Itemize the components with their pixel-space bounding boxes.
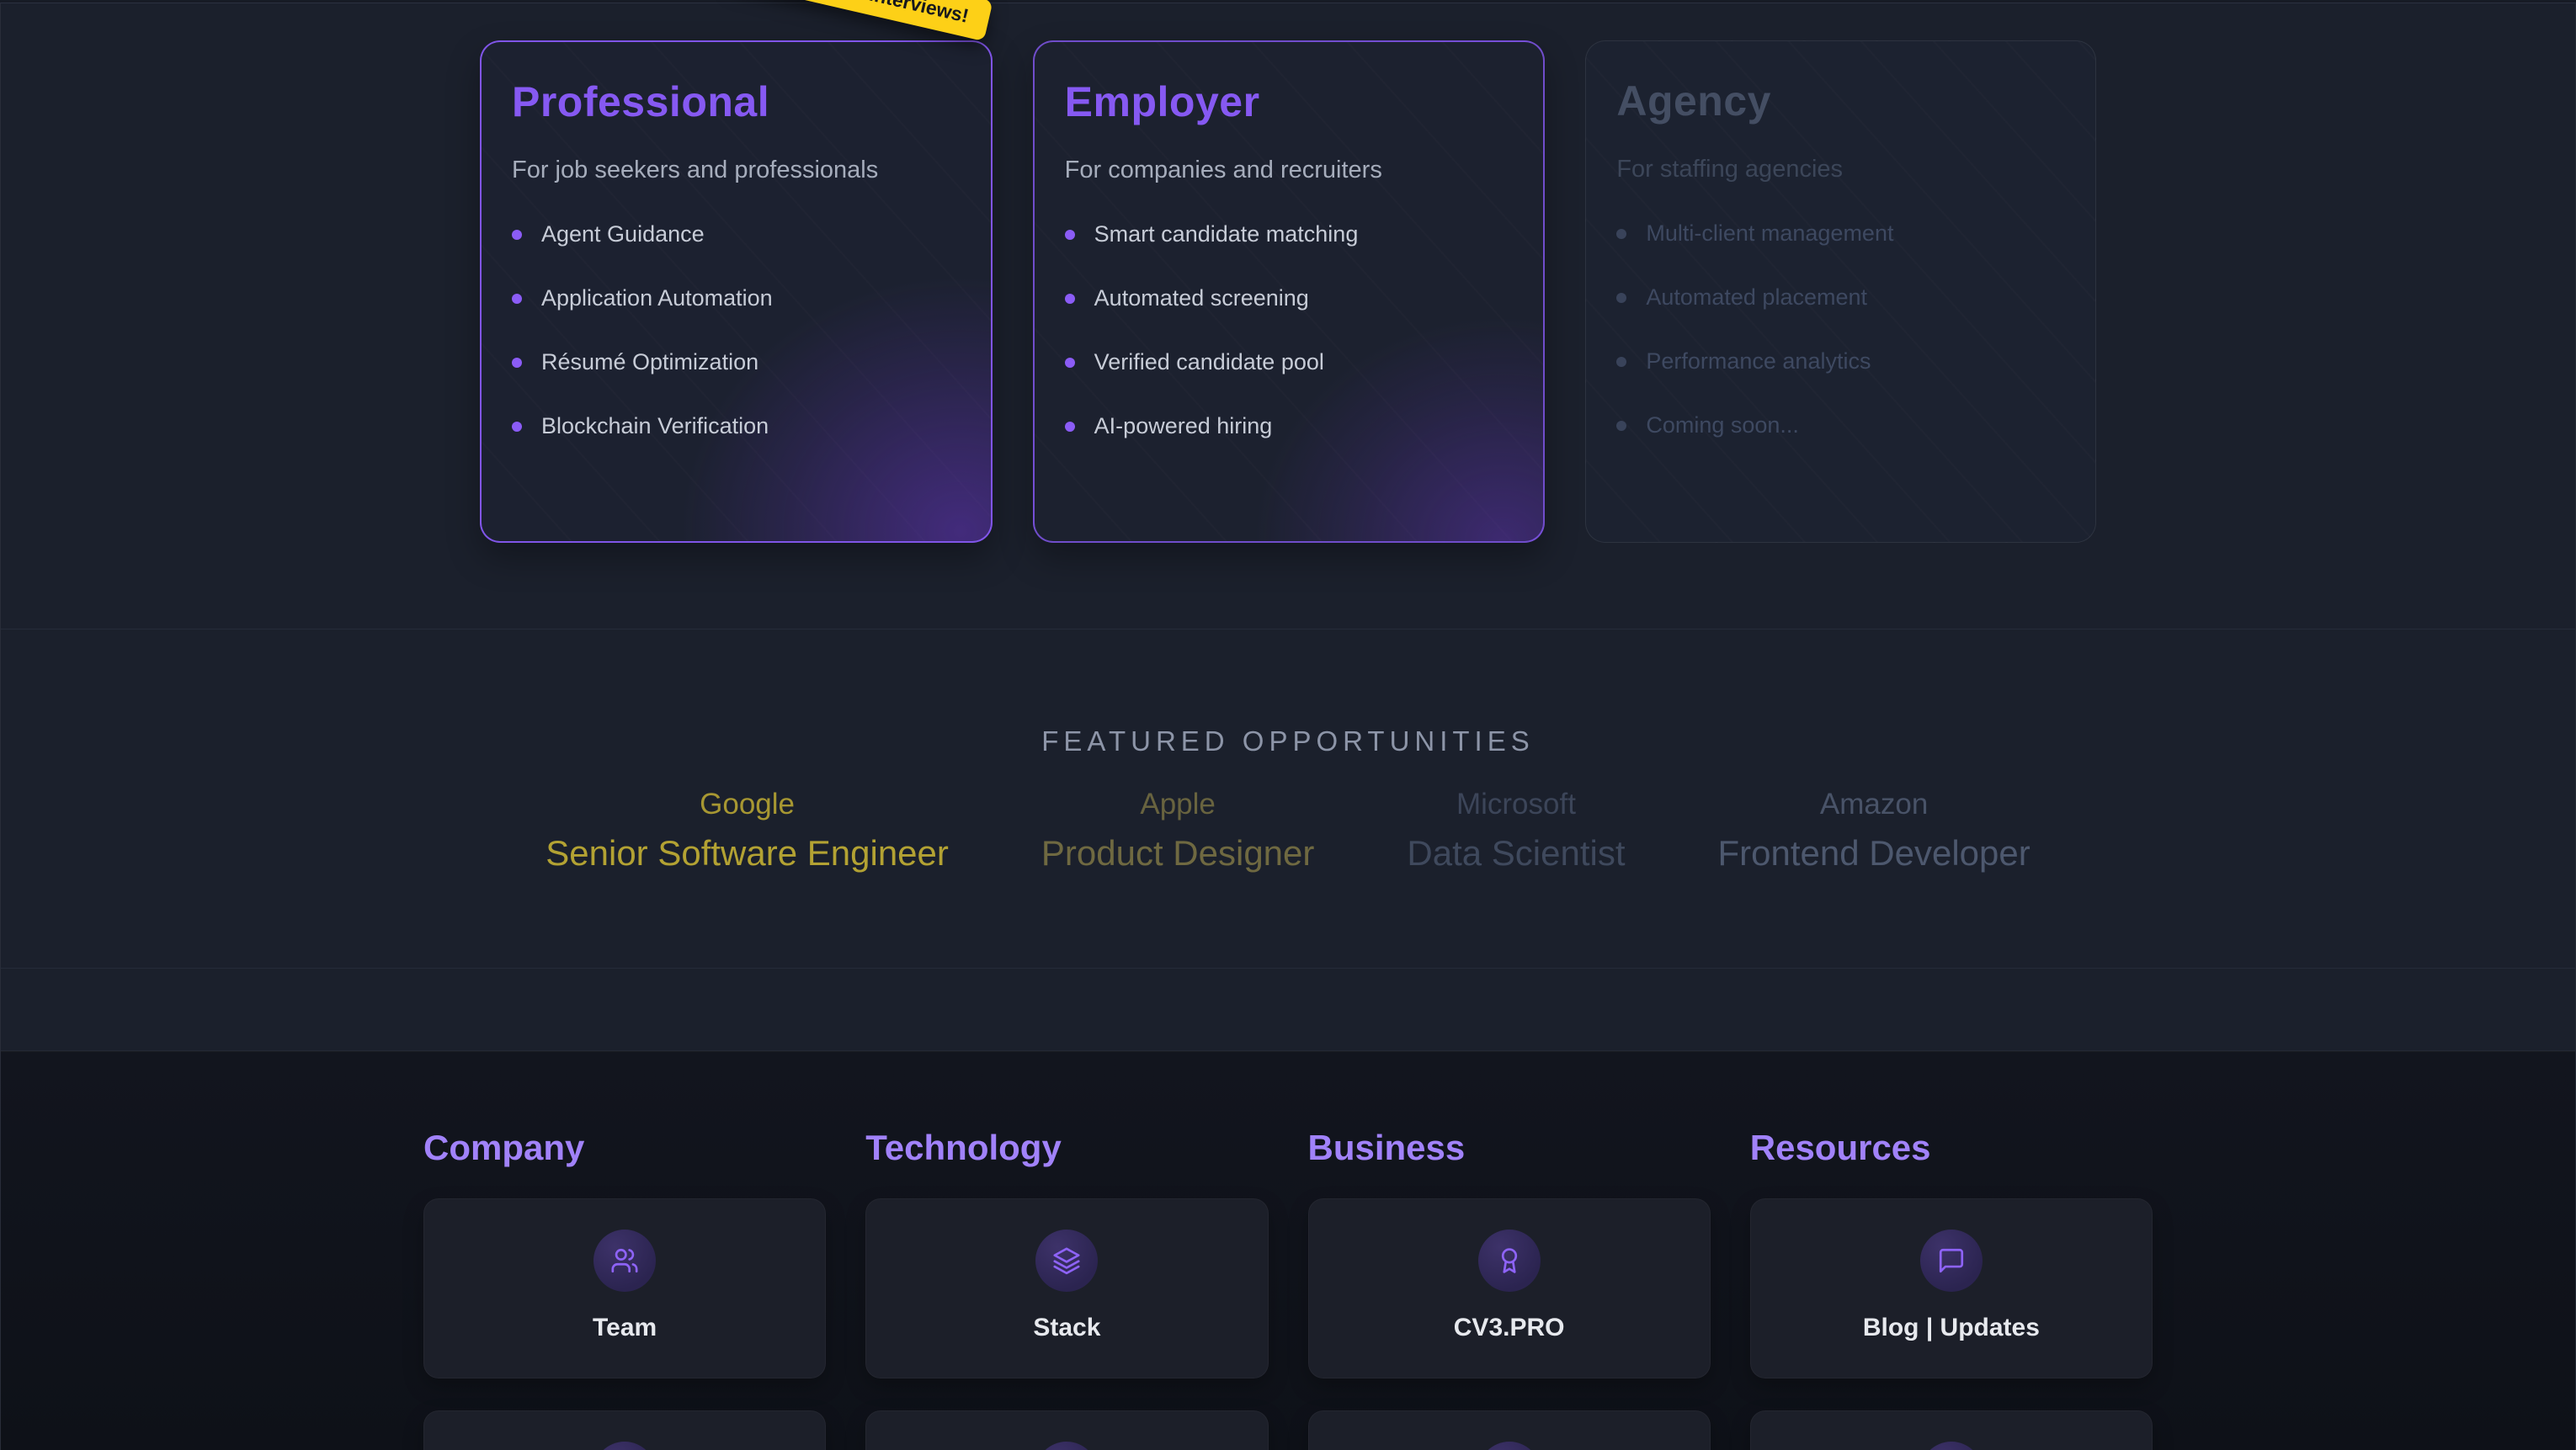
layers-icon	[1052, 1246, 1081, 1275]
plan-feature: Smart candidate matching	[1065, 221, 1514, 247]
footer-card-team[interactable]: Team	[423, 1198, 826, 1378]
plan-subtitle: For staffing agencies	[1616, 156, 2065, 183]
job-role: Product Designer	[1041, 833, 1315, 874]
featured-opportunities-section: FEATURED OPPORTUNITIES Google Senior Sof…	[1, 629, 2575, 969]
featured-job-amazon[interactable]: Amazon Frontend Developer	[1718, 788, 2030, 874]
featured-job-google[interactable]: Google Senior Software Engineer	[546, 788, 949, 874]
footer-column-technology: Technology Stack	[865, 1128, 1268, 1450]
footer: Company Team Technology	[1, 1051, 2575, 1450]
plan-feature: Blockchain Verification	[512, 413, 961, 439]
footer-card-stack[interactable]: Stack	[865, 1198, 1268, 1378]
bullet-dot-icon	[512, 358, 522, 368]
footer-card-partial[interactable]	[423, 1410, 826, 1450]
users-icon	[610, 1246, 639, 1275]
icon-circle	[1478, 1230, 1541, 1292]
bullet-dot-icon	[1616, 293, 1626, 303]
plan-feature: Verified candidate pool	[1065, 349, 1514, 375]
bullet-dot-icon	[1065, 230, 1075, 240]
footer-card-label: Team	[593, 1314, 657, 1342]
plan-card-employer[interactable]: Employer For companies and recruiters Sm…	[1033, 40, 1546, 543]
award-icon	[1495, 1246, 1524, 1275]
bullet-dot-icon	[1616, 421, 1626, 431]
footer-column-company: Company Team	[423, 1128, 826, 1450]
plan-feature: Performance analytics	[1616, 348, 2065, 374]
footer-card-partial[interactable]	[1308, 1410, 1711, 1450]
footer-card-label: Blog | Updates	[1863, 1314, 2040, 1342]
section-spacer	[1, 969, 2575, 1051]
job-role: Frontend Developer	[1718, 833, 2030, 874]
job-company: Amazon	[1718, 788, 2030, 821]
footer-card-cv3pro[interactable]: CV3.PRO	[1308, 1198, 1711, 1378]
bullet-dot-icon	[512, 230, 522, 240]
earn-badge: Earn $$$ for Interviews!	[731, 0, 993, 41]
plan-feature: AI-powered hiring	[1065, 413, 1514, 439]
pricing-section: Earn $$$ for Interviews! Professional Fo…	[1, 3, 2575, 629]
job-company: Apple	[1041, 788, 1315, 821]
plan-title: Agency	[1616, 77, 2065, 125]
featured-job-microsoft[interactable]: Microsoft Data Scientist	[1407, 788, 1625, 874]
plan-feature-list: Multi-client management Automated placem…	[1616, 220, 2065, 438]
footer-columns: Company Team Technology	[423, 1128, 2153, 1450]
icon-circle	[593, 1230, 656, 1292]
page: Earn $$$ for Interviews! Professional Fo…	[0, 3, 2576, 1450]
footer-column-heading: Technology	[865, 1128, 1268, 1168]
plan-card-professional[interactable]: Professional For job seekers and profess…	[480, 40, 993, 543]
plan-feature: Agent Guidance	[512, 221, 961, 247]
plan-title: Employer	[1065, 77, 1514, 126]
pricing-cards-row: Earn $$$ for Interviews! Professional Fo…	[480, 3, 2096, 543]
plan-feature-list: Smart candidate matching Automated scree…	[1065, 221, 1514, 439]
featured-job-apple[interactable]: Apple Product Designer	[1041, 788, 1315, 874]
footer-card-label: Stack	[1033, 1314, 1100, 1342]
icon-circle	[1035, 1442, 1098, 1450]
job-company: Microsoft	[1407, 788, 1625, 821]
plan-subtitle: For companies and recruiters	[1065, 157, 1514, 184]
bullet-dot-icon	[1065, 358, 1075, 368]
footer-card-label: CV3.PRO	[1454, 1314, 1565, 1342]
icon-circle	[1035, 1230, 1098, 1292]
plan-card-agency: Agency For staffing agencies Multi-clien…	[1585, 40, 2096, 543]
job-role: Data Scientist	[1407, 833, 1625, 874]
job-role: Senior Software Engineer	[546, 833, 949, 874]
footer-card-blog[interactable]: Blog | Updates	[1750, 1198, 2153, 1378]
plan-feature-list: Agent Guidance Application Automation Ré…	[512, 221, 961, 439]
bullet-dot-icon	[1616, 357, 1626, 367]
plan-title: Professional	[512, 77, 961, 126]
bullet-dot-icon	[1616, 229, 1626, 239]
plan-feature: Multi-client management	[1616, 220, 2065, 247]
plan-subtitle: For job seekers and professionals	[512, 157, 961, 184]
footer-column-heading: Resources	[1750, 1128, 2153, 1168]
icon-circle	[593, 1442, 656, 1450]
bullet-dot-icon	[1065, 422, 1075, 432]
bullet-dot-icon	[512, 294, 522, 304]
plan-feature: Coming soon...	[1616, 412, 2065, 438]
footer-card-partial[interactable]	[1750, 1410, 2153, 1450]
footer-column-resources: Resources Blog | Updates	[1750, 1128, 2153, 1450]
plan-feature: Automated screening	[1065, 285, 1514, 311]
bullet-dot-icon	[1065, 294, 1075, 304]
footer-column-heading: Company	[423, 1128, 826, 1168]
footer-card-partial[interactable]	[865, 1410, 1268, 1450]
icon-circle	[1920, 1230, 1983, 1292]
job-company: Google	[546, 788, 949, 821]
plan-feature: Automated placement	[1616, 284, 2065, 311]
bullet-dot-icon	[512, 422, 522, 432]
plan-feature: Application Automation	[512, 285, 961, 311]
featured-heading: FEATURED OPPORTUNITIES	[1, 725, 2575, 757]
icon-circle	[1920, 1442, 1983, 1450]
icon-circle	[1478, 1442, 1541, 1450]
footer-column-heading: Business	[1308, 1128, 1711, 1168]
plan-feature: Résumé Optimization	[512, 349, 961, 375]
footer-column-business: Business CV3.PRO	[1308, 1128, 1711, 1450]
speech-bubble-icon	[1937, 1246, 1966, 1275]
featured-jobs-row: Google Senior Software Engineer Apple Pr…	[1, 788, 2575, 874]
